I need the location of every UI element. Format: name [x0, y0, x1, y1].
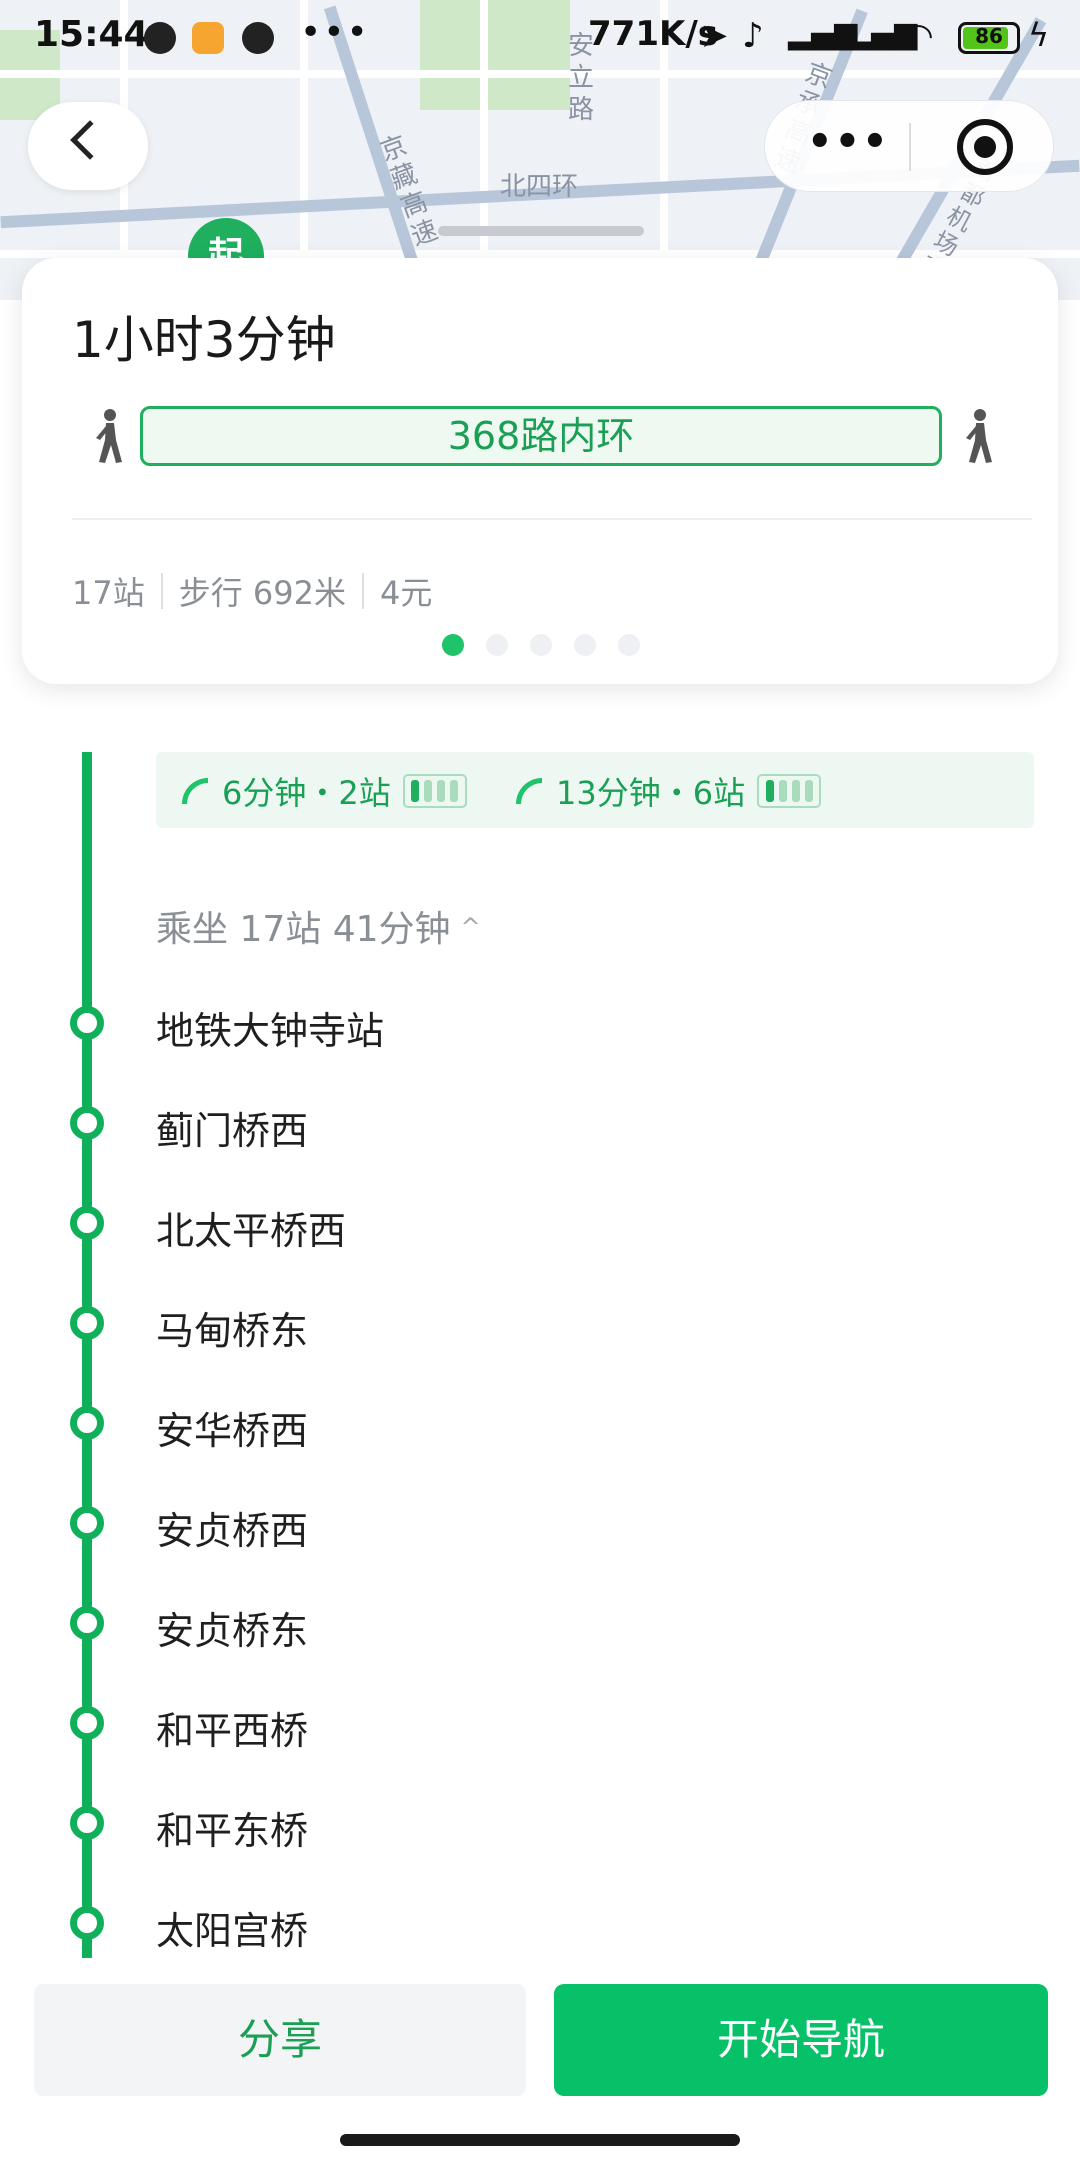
stop-item[interactable]: 安华桥西 — [0, 1370, 1080, 1470]
signal-hd-icon: ▂▄▆ — [788, 16, 858, 51]
stop-name: 和平西桥 — [156, 1709, 309, 1753]
drag-handle[interactable] — [438, 226, 644, 236]
stop-name: 太阳宫桥 — [156, 1909, 309, 1953]
person-icon — [411, 780, 420, 802]
battery-icon: 86 — [958, 22, 1020, 54]
capsule-divider — [909, 123, 911, 171]
stop-item[interactable]: 和平东桥 — [0, 1770, 1080, 1870]
crowding-level-icon — [402, 774, 467, 808]
stop-item[interactable]: 安贞桥西 — [0, 1470, 1080, 1570]
stop-name: 安华桥西 — [156, 1409, 309, 1453]
realtime-signal-icon — [182, 778, 208, 804]
chevron-left-icon — [70, 120, 110, 160]
trip-stats: 17站 步行 692米 4元 — [72, 568, 432, 614]
charging-icon: ϟ — [1028, 16, 1050, 54]
stop-dot-icon — [70, 1306, 104, 1340]
location-arrow-icon: ➤ — [700, 16, 729, 56]
person-icon — [450, 780, 459, 802]
route-summary-card[interactable]: 1小时3分钟 368路内环 17站 步行 692米 4元 — [22, 258, 1058, 684]
person-icon — [778, 780, 787, 802]
map-road — [0, 250, 1080, 258]
stop-dot-icon — [70, 1906, 104, 1940]
network-speed: 771K/s — [588, 14, 718, 54]
trip-duration: 1小时3分钟 — [72, 311, 336, 369]
start-navigation-button[interactable]: 开始导航 — [554, 1984, 1048, 2096]
stop-item[interactable]: 蓟门桥西 — [0, 1070, 1080, 1170]
crowding-segment: 6分钟・2站 — [182, 768, 467, 814]
person-icon — [437, 780, 446, 802]
stop-name: 马甸桥东 — [156, 1309, 309, 1353]
pager-dot[interactable] — [574, 634, 596, 656]
person-icon — [765, 780, 774, 802]
realtime-signal-icon — [516, 778, 542, 804]
stop-item[interactable]: 安贞桥东 — [0, 1570, 1080, 1670]
pager-dot[interactable] — [530, 634, 552, 656]
map-label: 北四环 — [500, 172, 579, 202]
stat-separator — [362, 573, 364, 609]
back-button[interactable] — [28, 102, 148, 190]
battery-level: 86 — [975, 24, 1003, 48]
bus-route-chip: 368路内环 — [140, 406, 942, 466]
stop-dot-icon — [70, 1806, 104, 1840]
message-notification-icon — [192, 22, 224, 54]
more-menu-button[interactable]: ••• — [807, 119, 890, 165]
crowding-level-icon — [757, 774, 822, 808]
stop-name: 蓟门桥西 — [156, 1109, 309, 1153]
stop-name: 北太平桥西 — [156, 1209, 347, 1253]
stop-dot-icon — [70, 1606, 104, 1640]
chevron-up-icon: ^ — [460, 913, 481, 941]
crowding-banner: 6分钟・2站 13分钟・6站 — [156, 752, 1034, 828]
stop-name: 地铁大钟寺站 — [156, 1009, 385, 1053]
mute-bell-icon: ♪ — [742, 16, 764, 56]
stop-item[interactable]: 太阳宫桥 — [0, 1870, 1080, 1970]
home-indicator[interactable] — [340, 2134, 740, 2146]
stop-name: 安贞桥东 — [156, 1609, 309, 1653]
person-icon — [804, 780, 813, 802]
status-time: 15:44 — [34, 14, 149, 55]
share-button[interactable]: 分享 — [34, 1984, 526, 2096]
pager-dot[interactable] — [442, 634, 464, 656]
walk-icon — [96, 409, 122, 463]
qq-notification-icon — [144, 22, 176, 54]
stop-item[interactable]: 北太平桥西 — [0, 1170, 1080, 1270]
pager-dot[interactable] — [618, 634, 640, 656]
stop-dot-icon — [70, 1406, 104, 1440]
stop-dot-icon — [70, 1006, 104, 1040]
stop-item[interactable]: 和平西桥 — [0, 1670, 1080, 1770]
more-notifications-icon: ••• — [300, 12, 370, 53]
stop-dot-icon — [70, 1506, 104, 1540]
stop-name: 和平东桥 — [156, 1809, 309, 1853]
wifi-icon: ◠ — [904, 16, 934, 56]
ride-summary-text: 乘坐 17站 41分钟 — [156, 909, 451, 950]
status-bar: 15:44 ••• 771K/s ➤ ♪ ▂▄▆ ▂▄▆ ◠ 86 ϟ — [0, 0, 1080, 76]
close-miniprogram-button[interactable] — [957, 119, 1013, 175]
ride-summary-toggle[interactable]: 乘坐 17站 41分钟 ^ — [156, 900, 481, 952]
person-icon — [791, 780, 800, 802]
crowding-text: 13分钟・6站 — [556, 774, 746, 812]
stat-separator — [160, 573, 163, 609]
person-icon — [424, 780, 433, 802]
pager-dot[interactable] — [486, 634, 508, 656]
crowding-segment: 13分钟・6站 — [516, 768, 822, 814]
stop-name: 安贞桥西 — [156, 1509, 309, 1553]
stop-item[interactable]: 地铁大钟寺站 — [0, 970, 1080, 1070]
walk-icon — [966, 409, 992, 463]
divider — [72, 518, 1032, 520]
walk-distance: 步行 692米 — [178, 574, 346, 612]
stop-dot-icon — [70, 1106, 104, 1140]
stop-count: 17站 — [72, 574, 145, 612]
stop-dot-icon — [70, 1206, 104, 1240]
stop-item[interactable]: 马甸桥东 — [0, 1270, 1080, 1370]
stop-dot-icon — [70, 1706, 104, 1740]
qq-notification-icon — [242, 22, 274, 54]
miniprogram-capsule: ••• — [764, 100, 1054, 192]
crowding-text: 6分钟・2站 — [222, 774, 391, 812]
bottom-action-bar: 分享 开始导航 — [0, 1958, 1080, 2160]
fare: 4元 — [380, 574, 433, 612]
plan-pager[interactable] — [442, 634, 640, 656]
